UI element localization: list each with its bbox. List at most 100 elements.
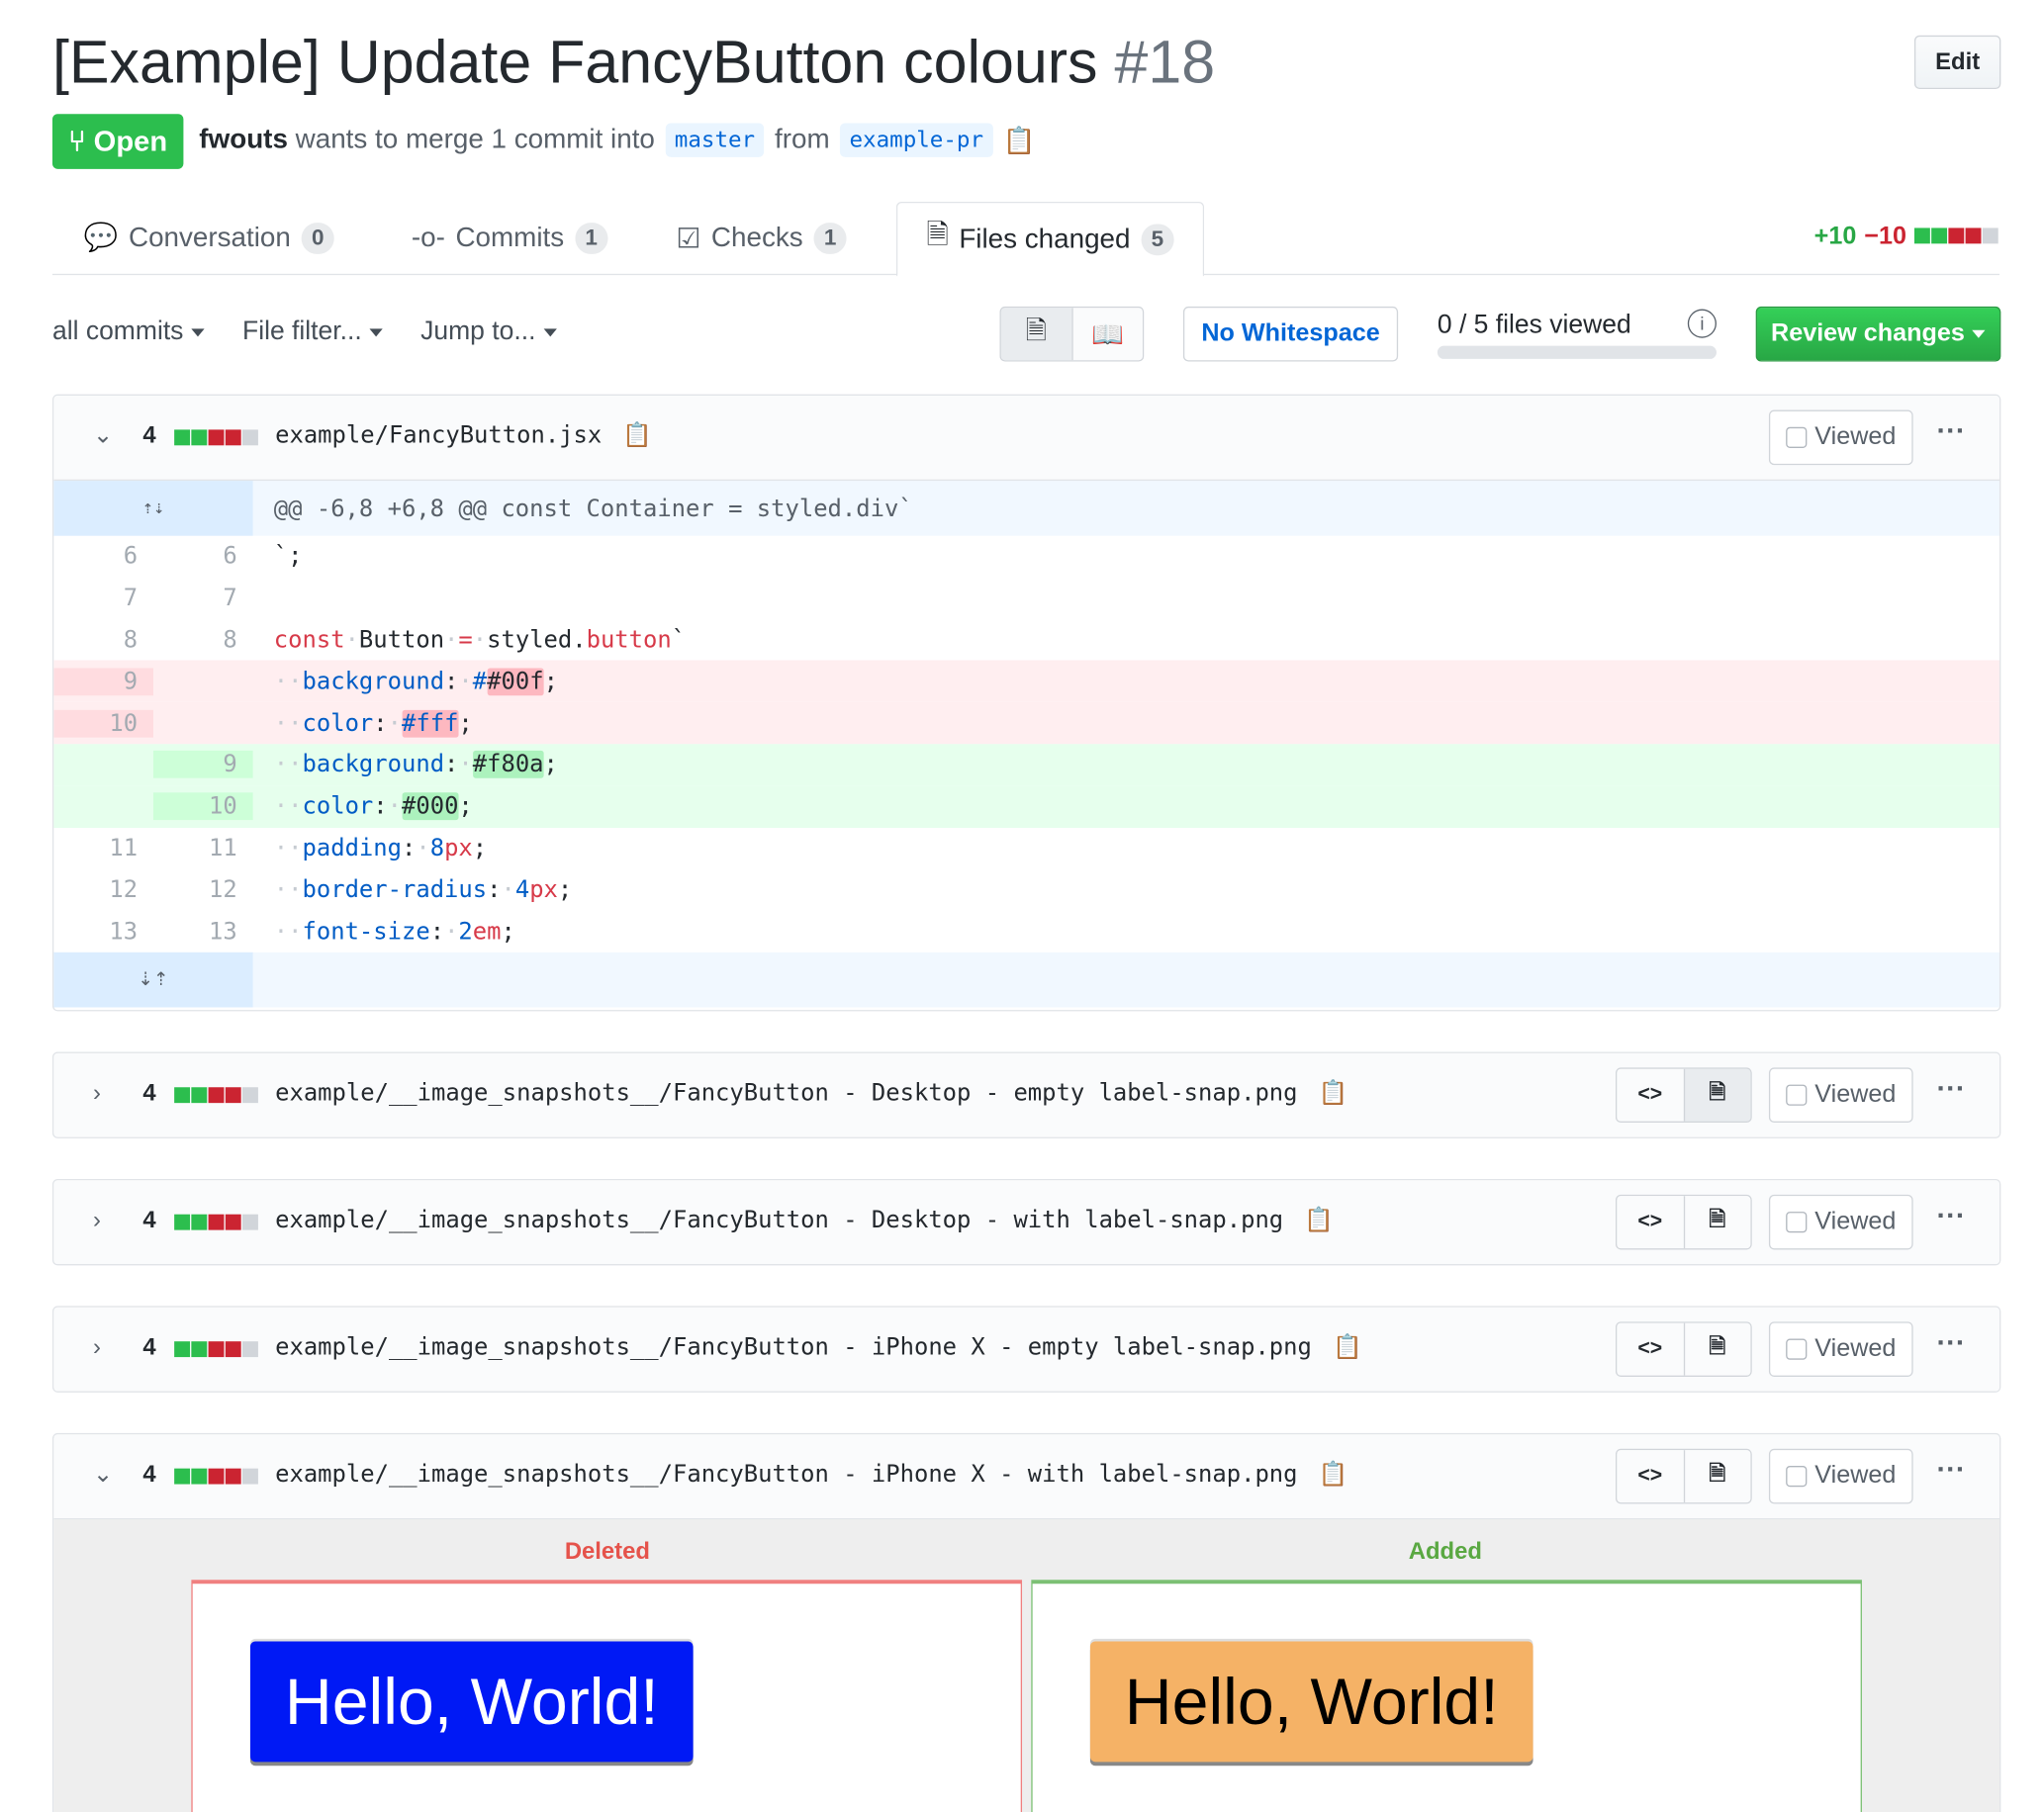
- unified-view-icon[interactable]: 🗎: [1000, 308, 1071, 361]
- change-count: 4: [142, 1206, 156, 1233]
- caret-down-icon: [543, 327, 557, 336]
- commits-dropdown[interactable]: all commits: [52, 317, 205, 347]
- copy-icon[interactable]: 📋: [1304, 1207, 1334, 1234]
- pr-number: #18: [1114, 27, 1216, 96]
- token: color: [302, 709, 374, 738]
- tab-commits[interactable]: -o- Commits 1: [412, 202, 608, 275]
- tab-conversation[interactable]: 💬 Conversation 0: [84, 202, 335, 275]
- new-line-number[interactable]: 11: [153, 835, 253, 862]
- checkbox[interactable]: [1786, 1466, 1808, 1488]
- old-line-number[interactable]: 7: [53, 585, 153, 612]
- chevron-right-icon[interactable]: ›: [93, 1207, 101, 1234]
- copy-icon[interactable]: 📋: [1319, 1461, 1348, 1489]
- checkbox[interactable]: [1786, 1212, 1808, 1233]
- more-options-icon[interactable]: ···: [1936, 414, 1965, 448]
- author-link[interactable]: fwouts: [199, 125, 288, 154]
- source-view-icon[interactable]: <>: [1617, 1322, 1684, 1376]
- more-options-icon[interactable]: ···: [1936, 1325, 1965, 1359]
- checkbox[interactable]: [1786, 426, 1808, 448]
- viewed-checkbox[interactable]: Viewed: [1768, 1448, 1913, 1504]
- viewed-label: Viewed: [1814, 1208, 1897, 1235]
- checkbox[interactable]: [1786, 1084, 1808, 1106]
- copy-icon[interactable]: 📋: [1333, 1333, 1362, 1361]
- rich-view-icon[interactable]: 🗎: [1683, 1068, 1751, 1122]
- viewed-checkbox[interactable]: Viewed: [1768, 1321, 1913, 1377]
- source-view-icon[interactable]: <>: [1617, 1450, 1684, 1503]
- old-line-number[interactable]: 10: [53, 709, 153, 738]
- more-options-icon[interactable]: ···: [1936, 1071, 1965, 1105]
- token: font-size: [302, 917, 430, 946]
- more-options-icon[interactable]: ···: [1936, 1453, 1965, 1487]
- review-label: Review changes: [1771, 319, 1965, 347]
- old-line-number[interactable]: 9: [53, 668, 153, 695]
- tab-checks[interactable]: ☑ Checks 1: [676, 202, 847, 275]
- source-view-icon[interactable]: <>: [1617, 1068, 1684, 1122]
- token: styled.: [487, 626, 587, 654]
- diffstat-bar: [174, 1214, 259, 1230]
- diff-line-added: 9 ··background:·#f80a;: [53, 744, 2000, 786]
- split-view-icon[interactable]: 📖: [1070, 308, 1143, 361]
- diffstat-bar: [174, 1341, 259, 1358]
- file-name[interactable]: example/__image_snapshots__/FancyButton …: [275, 1207, 1283, 1234]
- file-name[interactable]: example/FancyButton.jsx: [275, 421, 602, 449]
- viewed-checkbox[interactable]: Viewed: [1768, 1067, 1913, 1124]
- file-header: ⌄ 4 example/FancyButton.jsx 📋 Viewed ···: [53, 395, 2000, 482]
- diff-line: 13 13 ··font-size:·2em;: [53, 911, 1999, 952]
- old-line-number[interactable]: 6: [53, 543, 153, 571]
- chevron-down-icon[interactable]: ⌄: [93, 1461, 113, 1489]
- viewed-checkbox[interactable]: Viewed: [1768, 1194, 1913, 1250]
- copy-icon[interactable]: 📋: [1003, 124, 1036, 156]
- new-line-number[interactable]: 7: [153, 585, 253, 612]
- viewed-checkbox[interactable]: Viewed: [1768, 409, 1913, 466]
- tab-count: 0: [301, 223, 335, 254]
- token: =: [458, 626, 473, 654]
- old-line-number[interactable]: 13: [53, 918, 153, 946]
- file-name[interactable]: example/__image_snapshots__/FancyButton …: [275, 1461, 1297, 1489]
- diffstat-bar: [174, 1087, 259, 1104]
- checkbox[interactable]: [1786, 1338, 1808, 1360]
- diff-line: 77: [53, 578, 1999, 619]
- new-line-number[interactable]: 8: [153, 626, 253, 654]
- code: const·Button·=·styled.button`: [273, 626, 687, 654]
- view-mode-toggle: <> 🗎: [1615, 1321, 1752, 1377]
- source-view-icon[interactable]: <>: [1617, 1196, 1684, 1249]
- file-filter-dropdown[interactable]: File filter...: [242, 317, 383, 347]
- head-branch[interactable]: example-pr: [840, 123, 993, 157]
- old-line-number[interactable]: 8: [53, 626, 153, 654]
- info-icon[interactable]: i: [1687, 309, 1717, 338]
- no-whitespace-button[interactable]: No Whitespace: [1182, 306, 1399, 362]
- base-branch[interactable]: master: [665, 123, 765, 157]
- expand-up-icon[interactable]: ⇡⇣: [53, 481, 253, 536]
- file-name[interactable]: example/__image_snapshots__/FancyButton …: [275, 1079, 1297, 1107]
- file-header: › 4 example/__image_snapshots__/FancyBut…: [53, 1180, 2000, 1265]
- jump-to-dropdown[interactable]: Jump to...: [420, 317, 557, 347]
- old-line-number[interactable]: 12: [53, 876, 153, 904]
- rich-view-icon[interactable]: 🗎: [1683, 1322, 1751, 1376]
- token: const: [273, 626, 345, 654]
- edit-button[interactable]: Edit: [1913, 35, 2001, 90]
- new-line-number[interactable]: 12: [153, 876, 253, 904]
- new-line-number[interactable]: 10: [152, 792, 253, 821]
- expand-down-icon[interactable]: ⇣⇡: [53, 951, 253, 1008]
- chevron-right-icon[interactable]: ›: [93, 1079, 101, 1107]
- file-diff-icon: 🗎: [926, 220, 949, 250]
- new-line-number[interactable]: 9: [152, 751, 253, 779]
- chevron-down-icon[interactable]: ⌄: [93, 421, 113, 449]
- diffstat: +10 −10: [1814, 223, 1999, 251]
- pr-meta: fwouts wants to merge 1 commit into mast…: [199, 123, 1036, 157]
- diff-line-added: 10 ··color:·#000;: [53, 785, 2000, 828]
- tab-files-changed[interactable]: 🗎 Files changed 5: [895, 201, 1205, 277]
- chevron-right-icon[interactable]: ›: [93, 1333, 101, 1361]
- old-line-number[interactable]: 11: [53, 835, 153, 862]
- copy-icon[interactable]: 📋: [622, 421, 652, 449]
- copy-icon[interactable]: 📋: [1319, 1079, 1348, 1107]
- more-options-icon[interactable]: ···: [1936, 1199, 1965, 1232]
- new-line-number[interactable]: 6: [153, 543, 253, 571]
- new-line-number[interactable]: 13: [153, 918, 253, 946]
- from-text: from: [774, 124, 830, 155]
- caret-down-icon: [191, 327, 205, 336]
- rich-view-icon[interactable]: 🗎: [1683, 1196, 1751, 1249]
- review-changes-button[interactable]: Review changes: [1755, 306, 2001, 362]
- file-name[interactable]: example/__image_snapshots__/FancyButton …: [275, 1333, 1312, 1361]
- rich-view-icon[interactable]: 🗎: [1683, 1450, 1751, 1503]
